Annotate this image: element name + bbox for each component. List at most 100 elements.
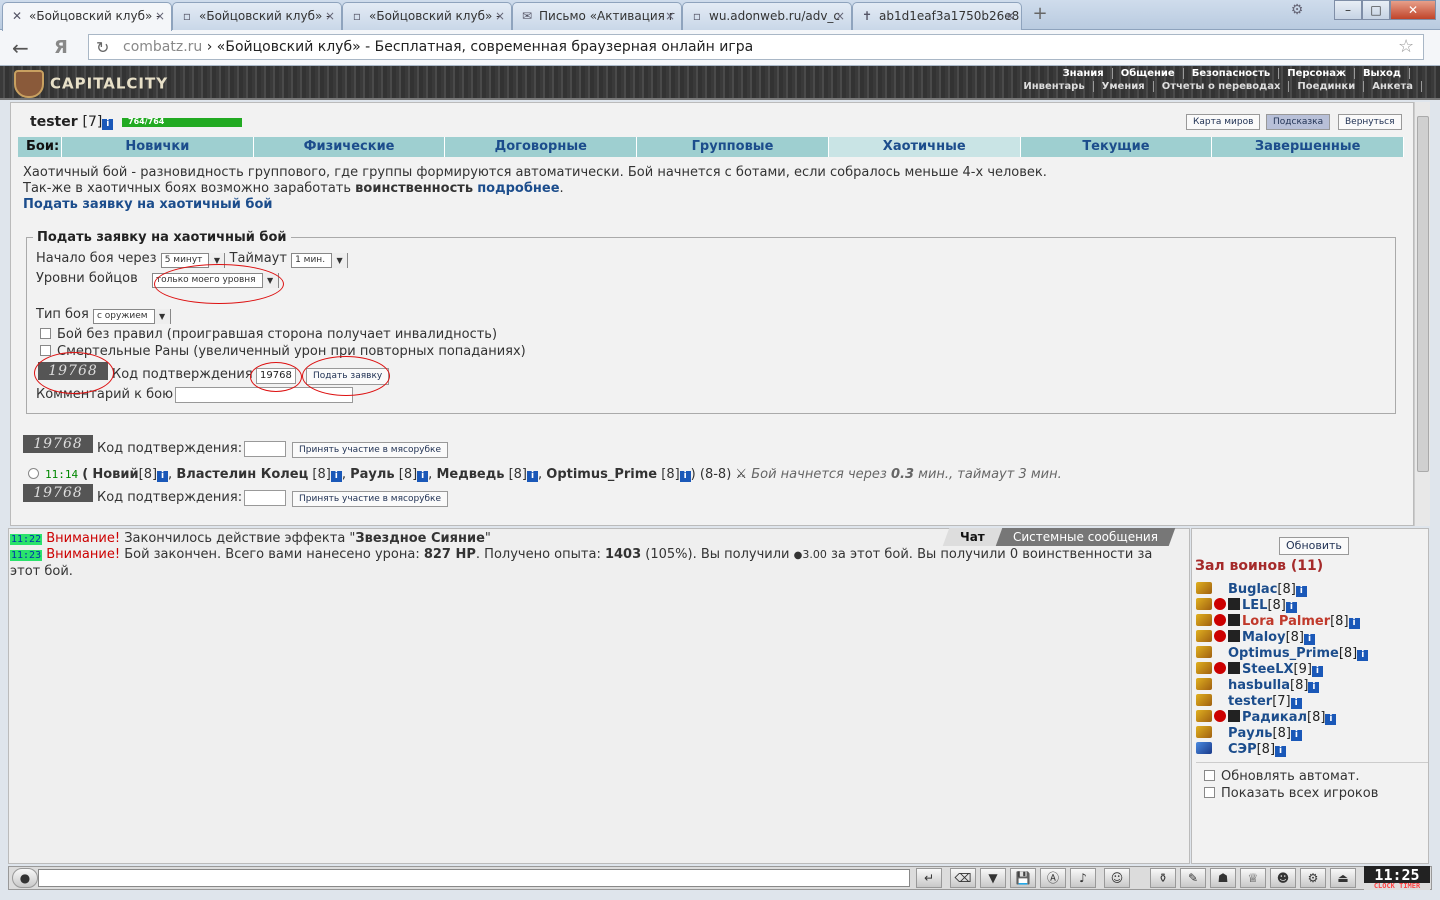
filter-icon[interactable]: ▼ <box>980 868 1006 888</box>
scroll-icon[interactable]: ✎ <box>1180 868 1206 888</box>
more-link[interactable]: подробнее <box>477 181 559 196</box>
show-all-checkbox[interactable] <box>1204 787 1215 798</box>
save-icon[interactable]: 💾 <box>1010 868 1036 888</box>
close-tab-icon[interactable]: × <box>325 3 335 29</box>
timeout-select[interactable]: 1 мин. <box>291 253 349 268</box>
info-icon[interactable]: i <box>417 471 429 482</box>
info-icon[interactable]: i <box>679 471 691 482</box>
reload-icon[interactable]: ↻ <box>96 38 109 57</box>
hint-button[interactable]: Подсказка <box>1266 114 1331 130</box>
chat-mode-icon[interactable]: ● <box>12 868 38 888</box>
close-tab-icon[interactable]: × <box>495 3 505 29</box>
refresh-button[interactable]: Обновить <box>1279 537 1349 555</box>
player-entry[interactable]: Optimus_Prime[8] i <box>1196 646 1369 661</box>
code-input[interactable] <box>244 441 286 457</box>
scroll-thumb[interactable] <box>1417 116 1429 472</box>
menu-item-security[interactable]: Безопасность <box>1184 68 1280 79</box>
participant[interactable]: Optimus_Prime <box>546 467 657 482</box>
tab-chaotic[interactable]: Хаотичные <box>828 137 1021 157</box>
minimize-button[interactable]: – <box>1334 0 1362 20</box>
maximize-button[interactable]: □ <box>1362 0 1390 20</box>
tab-newbies[interactable]: Новички <box>62 137 254 157</box>
close-tab-icon[interactable]: × <box>1005 3 1015 29</box>
menu-item-transfers[interactable]: Отчеты о переводах <box>1154 81 1290 92</box>
browser-tab-5[interactable]: ▫ wu.adonweb.ru/adv_c × <box>682 2 852 30</box>
battle-radio[interactable] <box>28 468 39 479</box>
info-icon: i <box>1311 666 1323 677</box>
chat-input[interactable] <box>38 869 910 887</box>
settings-gear-icon[interactable]: ⚙ <box>1286 2 1308 20</box>
menu-item-character[interactable]: Персонаж <box>1279 68 1355 79</box>
info-icon[interactable]: i <box>527 471 539 482</box>
friends-icon[interactable]: ☻ <box>1270 868 1296 888</box>
info-icon[interactable]: i <box>330 471 342 482</box>
world-map-button[interactable]: Карта миров <box>1186 114 1261 130</box>
bag-icon[interactable]: ⚱ <box>1150 868 1176 888</box>
auto-refresh-checkbox[interactable] <box>1204 770 1215 781</box>
site-logo[interactable]: CAPITALCITY <box>14 70 168 98</box>
participant[interactable]: Властелин Колец <box>176 467 308 482</box>
browser-tab-3[interactable]: ▫ «Бойцовский клуб» - × <box>342 2 512 30</box>
player-entry[interactable]: tester[7] i <box>1196 694 1302 709</box>
player-entry[interactable]: Радикал[8] i <box>1196 710 1337 725</box>
send-icon[interactable]: ↵ <box>916 868 942 888</box>
address-field[interactable]: combatz.ru › «Бойцовский клуб» - Бесплат… <box>88 34 1424 60</box>
join-meatgrinder-button[interactable]: Принять участие в мясорубке <box>292 442 449 458</box>
info-icon[interactable]: i <box>157 471 169 482</box>
tab-finished[interactable]: Завершенные <box>1212 137 1405 157</box>
menu-item-inventory[interactable]: Инвентарь <box>1015 81 1094 92</box>
menu-item-exit[interactable]: Выход <box>1355 68 1410 79</box>
player-entry[interactable]: Buglac[8] i <box>1196 582 1307 597</box>
return-button[interactable]: Вернуться <box>1338 114 1402 130</box>
close-window-button[interactable]: ✕ <box>1390 0 1436 20</box>
info-icon[interactable]: i <box>102 119 114 130</box>
code-input[interactable] <box>244 490 286 506</box>
menu-item-knowledge[interactable]: Знания <box>1055 68 1113 79</box>
participant[interactable]: Рауль <box>350 467 395 482</box>
menu-item-skills[interactable]: Умения <box>1094 81 1154 92</box>
join-meatgrinder-button[interactable]: Принять участие в мясорубке <box>292 491 449 507</box>
yandex-icon[interactable]: Я <box>54 37 68 58</box>
smiley-icon[interactable]: ☺ <box>1104 868 1130 888</box>
player-entry[interactable]: СЭР[8] i <box>1196 742 1287 757</box>
participant[interactable]: Новий <box>92 467 138 482</box>
menu-item-profile[interactable]: Анкета <box>1364 81 1422 92</box>
player-entry[interactable]: LEL[8] i <box>1196 598 1297 613</box>
apply-chaotic-link[interactable]: Подать заявку на хаотичный бой <box>23 197 273 212</box>
tab-arranged[interactable]: Договорные <box>445 137 638 157</box>
player-entry[interactable]: Рауль[8] i <box>1196 726 1302 741</box>
menu-item-duels[interactable]: Поединки <box>1289 81 1365 92</box>
bookmark-star-icon[interactable]: ☆ <box>1398 36 1414 57</box>
tab-physical[interactable]: Физические <box>254 137 446 157</box>
browser-tab-4[interactable]: ✉ Письмо «Активация г × <box>512 2 682 30</box>
tab-chat[interactable]: Чат <box>942 528 1003 546</box>
close-tab-icon[interactable]: × <box>155 3 165 29</box>
player-entry[interactable]: SteeLX[9] i <box>1196 662 1323 677</box>
sound-icon[interactable]: ♪ <box>1070 868 1096 888</box>
exit-icon[interactable]: ⏏ <box>1330 868 1356 888</box>
close-tab-icon[interactable]: × <box>835 3 845 29</box>
player-entry[interactable]: Maloy[8] i <box>1196 630 1315 645</box>
participant[interactable]: Медведь <box>436 467 504 482</box>
mortal-wounds-checkbox[interactable] <box>40 345 51 356</box>
browser-tab-2[interactable]: ▫ «Бойцовский клуб» - × <box>172 2 342 30</box>
player-entry[interactable]: hasbulla[8] i <box>1196 678 1320 693</box>
tab-current[interactable]: Текущие <box>1021 137 1213 157</box>
fight-type-select[interactable]: с оружием <box>92 309 171 324</box>
browser-tab-1[interactable]: ✕ «Бойцовский клуб» - × <box>2 2 172 31</box>
browser-tab-6[interactable]: ✝ ab1d1eaf3a1750b26e8 × <box>852 2 1022 30</box>
player-entry[interactable]: Lora Palmer[8] i <box>1196 614 1360 629</box>
new-tab-button[interactable]: + <box>1030 4 1050 24</box>
close-tab-icon[interactable]: × <box>665 3 675 29</box>
no-rules-checkbox[interactable] <box>40 328 51 339</box>
gear-icon[interactable]: ⚙ <box>1300 868 1326 888</box>
translit-icon[interactable]: Ⓐ <box>1040 868 1066 888</box>
tab-system-messages[interactable]: Системные сообщения <box>995 528 1175 546</box>
tab-group[interactable]: Групповые <box>637 137 829 157</box>
clear-icon[interactable]: ⌫ <box>950 868 976 888</box>
mask-icon[interactable]: ☗ <box>1210 868 1236 888</box>
main-scrollbar[interactable] <box>1414 102 1430 526</box>
menu-item-communication[interactable]: Общение <box>1113 68 1184 79</box>
back-arrow-icon[interactable]: ← <box>12 36 29 60</box>
vip-icon[interactable]: ♕ <box>1240 868 1266 888</box>
